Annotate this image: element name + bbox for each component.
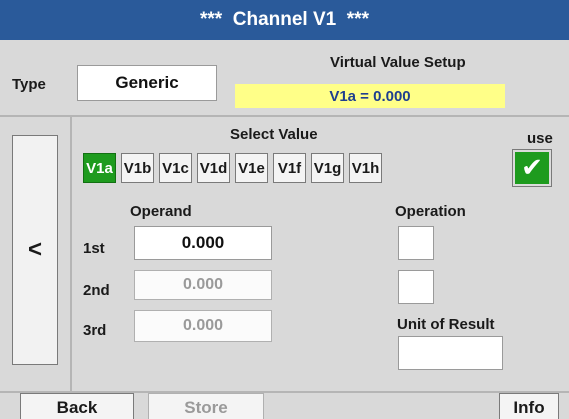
- value-button-v1g[interactable]: V1g: [311, 153, 344, 183]
- operation-label: Operation: [395, 203, 466, 220]
- previous-arrow-button[interactable]: <: [12, 135, 58, 365]
- back-button[interactable]: Back: [20, 393, 134, 419]
- value-button-v1c[interactable]: V1c: [159, 153, 192, 183]
- unit-of-result-field[interactable]: [398, 336, 503, 370]
- value-button-v1e[interactable]: V1e: [235, 153, 268, 183]
- operand-row-2-label: 2nd: [83, 282, 110, 299]
- type-value: Generic: [115, 73, 179, 92]
- header-divider: [0, 115, 569, 117]
- operand-label: Operand: [130, 203, 192, 220]
- type-label: Type: [12, 76, 46, 93]
- operation-2-field[interactable]: [398, 270, 434, 304]
- operand-row-3-label: 3rd: [83, 322, 107, 339]
- operand-3-field[interactable]: 0.000: [134, 310, 272, 342]
- virtual-value-setup-title: Virtual Value Setup: [330, 54, 466, 71]
- virtual-value-result: V1a = 0.000: [235, 84, 505, 108]
- left-divider: [70, 117, 72, 392]
- value-button-v1d[interactable]: V1d: [197, 153, 230, 183]
- operand-row-1-label: 1st: [83, 240, 105, 257]
- unit-of-result-label: Unit of Result: [397, 316, 495, 333]
- value-button-v1b[interactable]: V1b: [121, 153, 154, 183]
- use-label: use: [527, 130, 553, 147]
- type-selector[interactable]: Generic: [77, 65, 217, 101]
- virtual-value-result-text: V1a = 0.000: [329, 87, 411, 105]
- left-arrow-icon: <: [27, 236, 42, 263]
- use-checkbox[interactable]: ✔: [512, 149, 552, 187]
- operation-1-field[interactable]: [398, 226, 434, 260]
- checkmark-icon: ✔: [521, 153, 543, 183]
- info-button[interactable]: Info: [499, 393, 559, 419]
- channel-title: *** Channel V1 ***: [200, 9, 369, 30]
- store-button[interactable]: Store: [148, 393, 264, 419]
- device-screen: *** Channel V1 *** Type Generic Virtual …: [0, 0, 569, 419]
- operand-2-field[interactable]: 0.000: [134, 270, 272, 300]
- value-button-v1h[interactable]: V1h: [349, 153, 382, 183]
- operand-1-field[interactable]: 0.000: [134, 226, 272, 260]
- value-button-v1f[interactable]: V1f: [273, 153, 306, 183]
- title-bar: *** Channel V1 ***: [0, 0, 569, 40]
- select-value-label: Select Value: [230, 126, 318, 143]
- value-button-v1a[interactable]: V1a: [83, 153, 116, 183]
